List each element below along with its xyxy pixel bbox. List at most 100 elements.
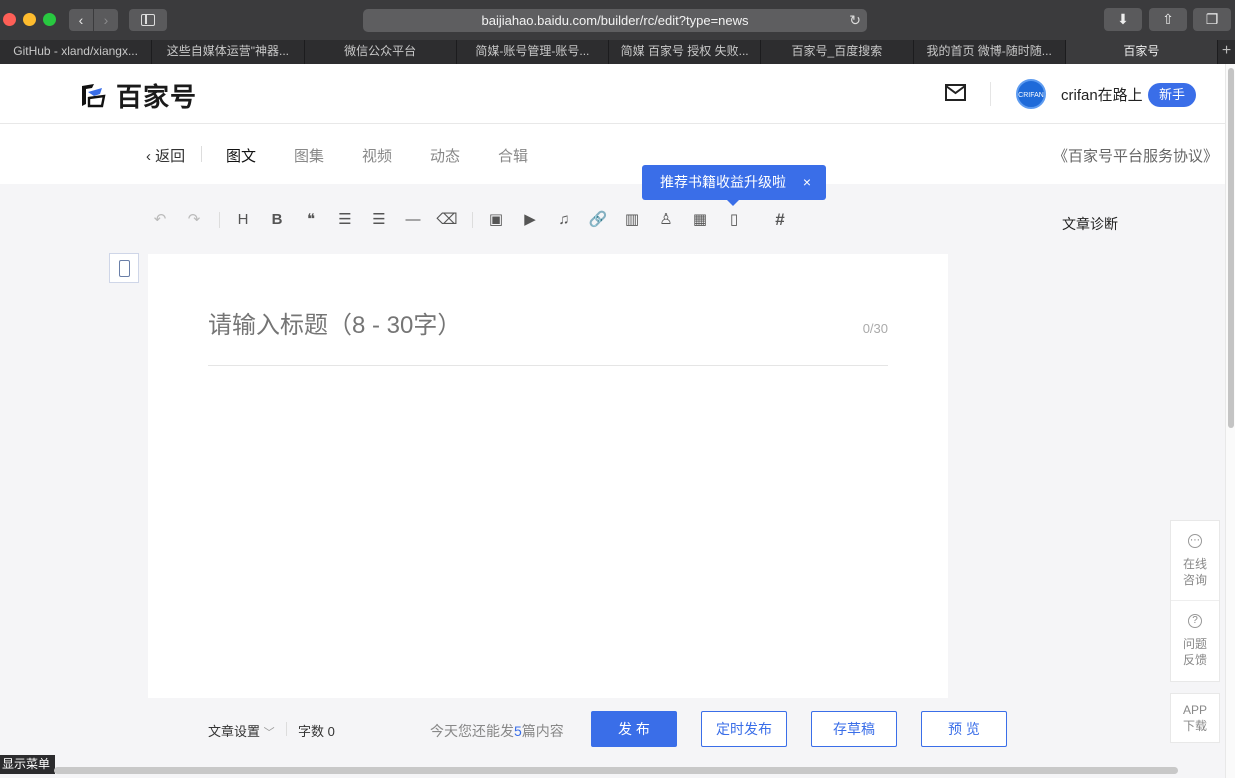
chevron-right-icon: › (103, 12, 109, 28)
new-tab-button[interactable]: + (1218, 40, 1235, 64)
browser-titlebar: ‹ › baijiahao.baidu.com/builder/rc/edit?… (0, 0, 1235, 40)
tab-collection[interactable]: 合辑 (498, 145, 528, 166)
audio-icon[interactable]: ♫ (553, 210, 575, 230)
quote-icon[interactable]: ❝ (300, 210, 322, 230)
chart-icon[interactable]: ▥ (621, 210, 643, 230)
article-settings-label: 文章设置 (208, 724, 261, 739)
logo-text: 百家号 (116, 81, 198, 112)
tab-overview-button[interactable]: ❐ (1193, 8, 1231, 31)
toolbar-separator (472, 212, 473, 228)
subnav-divider (201, 146, 202, 162)
help-float-panel: ⋯ 在线 咨询 ? 问题 反馈 (1170, 520, 1220, 682)
browser-tab[interactable]: 我的首页 微博-随时随... (914, 40, 1066, 64)
clear-format-icon[interactable]: ⌫ (436, 210, 458, 230)
save-draft-button[interactable]: 存草稿 (811, 711, 897, 747)
app-label-1: APP (1182, 703, 1207, 717)
logo[interactable]: 百家号 (80, 80, 197, 112)
sidebar-toggle-button[interactable] (129, 9, 167, 31)
downloads-button[interactable]: ⬇ (1104, 8, 1142, 31)
browser-tab[interactable]: 简媒-账号管理-账号... (457, 40, 609, 64)
show-menu-label[interactable]: 显示菜单 (0, 755, 55, 774)
tabs-icon: ❐ (1205, 11, 1219, 27)
feedback-button[interactable]: ? 问题 反馈 (1171, 601, 1219, 681)
address-bar[interactable]: baijiahao.baidu.com/builder/rc/edit?type… (363, 9, 867, 32)
divider-icon[interactable]: — (402, 210, 424, 230)
close-window-button[interactable] (3, 13, 16, 26)
hashtag-icon[interactable]: # (769, 210, 791, 230)
heading-icon[interactable]: H (232, 210, 254, 230)
sidebar-icon (141, 14, 155, 26)
tab-strip: GitHub - xland/xiangx... 这些自媒体运营"神器... 微… (0, 40, 1235, 64)
url-text: baijiahao.baidu.com/builder/rc/edit?type… (481, 13, 749, 28)
reload-icon[interactable]: ↻ (849, 9, 861, 32)
mobile-preview-button[interactable] (109, 253, 139, 283)
ordered-list-icon[interactable]: ☰ (334, 210, 356, 230)
tab-gallery[interactable]: 图集 (294, 145, 324, 166)
publish-quota: 今天您还能发5篇内容 (430, 721, 564, 741)
title-input[interactable] (208, 312, 808, 340)
baijiahao-logo-icon (82, 84, 106, 108)
title-underline (208, 365, 888, 366)
table-icon[interactable]: ▦ (689, 210, 711, 230)
share-button[interactable]: ⇧ (1149, 8, 1187, 31)
username[interactable]: crifan在路上 (1061, 84, 1143, 105)
feedback-label-1: 问题 (1182, 637, 1207, 651)
avatar[interactable]: CRIFAN (1016, 79, 1046, 109)
book-icon[interactable]: ▯ (723, 210, 745, 230)
quota-suffix: 篇内容 (521, 723, 564, 739)
minimize-window-button[interactable] (23, 13, 36, 26)
browser-tab[interactable]: 微信公众平台 (305, 40, 457, 64)
back-link[interactable]: ‹ 返回 (146, 145, 185, 166)
publish-bar: 文章设置 ﹀ 字数 0 今天您还能发5篇内容 发 布 定时发布 存草稿 预 览 (0, 698, 1170, 760)
image-icon[interactable]: ▣ (485, 210, 507, 230)
word-count: 字数 0 (298, 724, 335, 739)
video-icon[interactable]: ▶ (519, 210, 541, 230)
redo-icon[interactable]: ↷ (183, 210, 205, 230)
bullet-list-icon[interactable]: ☰ (368, 210, 390, 230)
mail-icon[interactable] (945, 84, 966, 101)
mobile-phone-icon (119, 260, 130, 277)
publish-button[interactable]: 发 布 (591, 711, 677, 747)
link-icon[interactable]: 🔗 (587, 210, 609, 230)
download-icon: ⬇ (1117, 11, 1129, 27)
schedule-publish-button[interactable]: 定时发布 (701, 711, 787, 747)
article-settings-dropdown[interactable]: 文章设置 ﹀ (208, 721, 275, 740)
site-header: 百家号 CRIFAN crifan在路上 新手 (0, 64, 1225, 124)
tab-article[interactable]: 图文 (226, 145, 256, 166)
zoom-window-button[interactable] (43, 13, 56, 26)
back-button[interactable]: ‹ (69, 9, 93, 31)
help-icon: ? (1188, 614, 1202, 628)
undo-icon[interactable]: ↶ (149, 210, 171, 230)
feedback-label-2: 反馈 (1182, 653, 1207, 667)
bottombar-divider (286, 722, 287, 736)
promo-tooltip: 推荐书籍收益升级啦 × (642, 165, 826, 206)
vertical-scrollbar[interactable] (1225, 64, 1235, 778)
chevron-left-icon: ‹ (146, 148, 156, 165)
preview-button[interactable]: 预 览 (921, 711, 1007, 747)
browser-tab[interactable]: 简媒 百家号 授权 失败... (609, 40, 762, 64)
toolbar-separator (219, 212, 220, 228)
quota-number: 5 (514, 723, 522, 739)
article-diagnosis[interactable]: 文章诊断 (1062, 214, 1118, 234)
back-label: 返回 (155, 148, 186, 165)
service-agreement-link[interactable]: 《百家号平台服务协议》 (1053, 145, 1218, 166)
chevron-left-icon: ‹ (78, 12, 84, 28)
bold-icon[interactable]: B (266, 210, 288, 230)
title-char-count: 0/30 (862, 321, 888, 336)
online-consult-button[interactable]: ⋯ 在线 咨询 (1171, 521, 1219, 601)
tab-moments[interactable]: 动态 (430, 145, 460, 166)
content-type-nav: ‹ 返回 图文 图集 视频 动态 合辑 《百家号平台服务协议》 (0, 124, 1225, 184)
close-icon[interactable]: × (803, 165, 811, 200)
app-download-button[interactable]: APP 下载 (1170, 693, 1220, 743)
scrollbar-thumb[interactable] (1228, 68, 1234, 428)
browser-tab[interactable]: 这些自媒体运营"神器... (152, 40, 305, 64)
browser-tab[interactable]: GitHub - xland/xiangx... (0, 40, 153, 64)
user-card-icon[interactable]: ♙ (655, 210, 677, 230)
forward-button[interactable]: › (94, 9, 118, 31)
horizontal-scrollbar[interactable] (54, 767, 1178, 774)
newbie-badge[interactable]: 新手 (1148, 83, 1196, 107)
tab-video[interactable]: 视频 (362, 145, 392, 166)
browser-tab[interactable]: 百家号_百度搜索 (761, 40, 914, 64)
chat-icon: ⋯ (1188, 534, 1202, 548)
browser-tab-active[interactable]: 百家号 (1065, 40, 1218, 64)
